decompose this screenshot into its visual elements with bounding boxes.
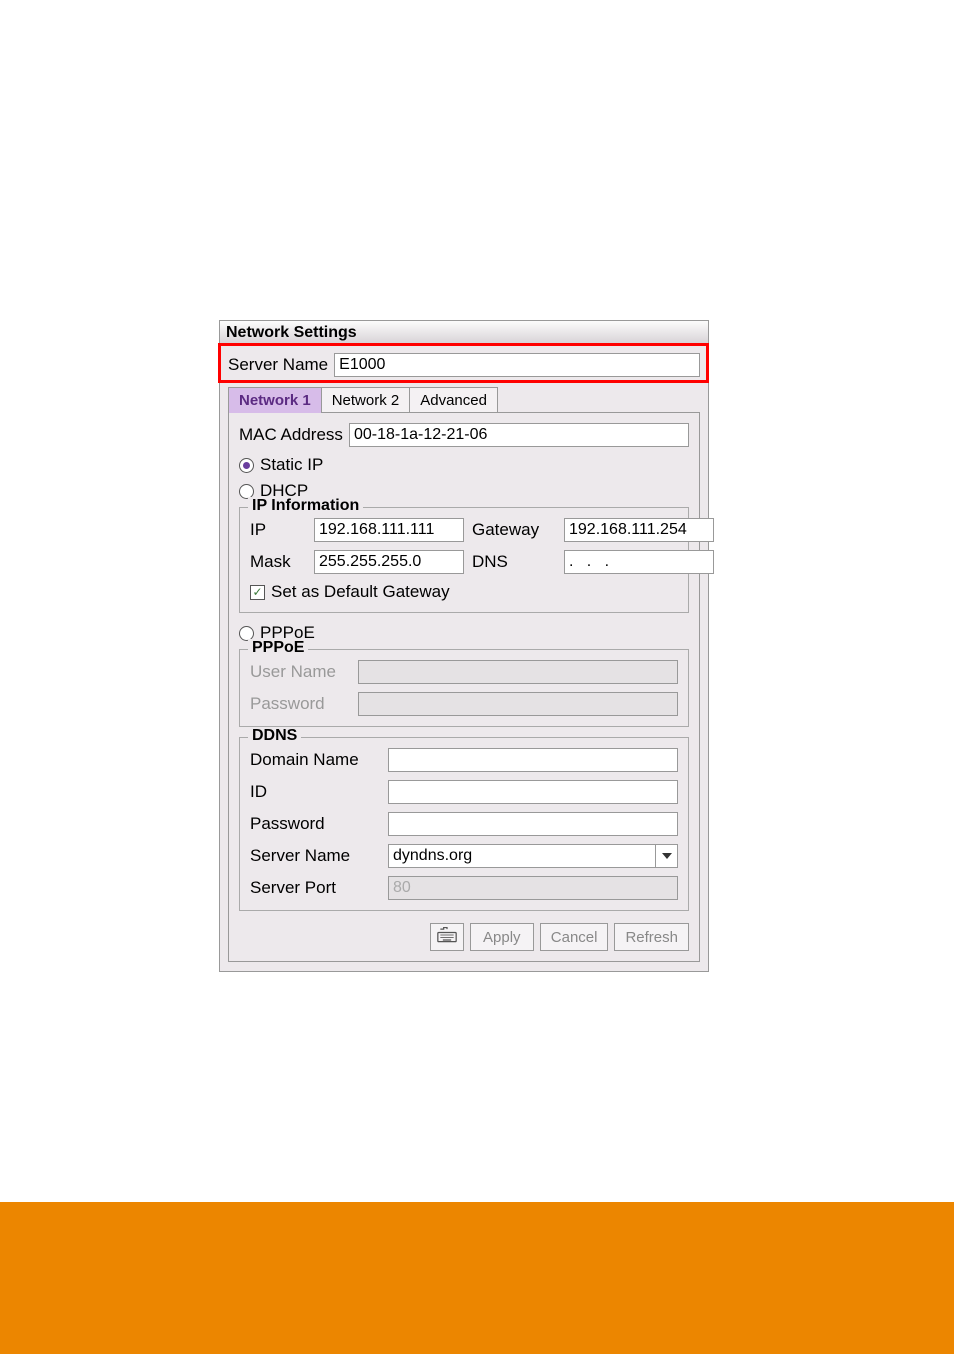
tab-bar: Network 1 Network 2 Advanced — [220, 387, 708, 413]
network-settings-dialog: Network Settings Server Name Network 1 N… — [219, 320, 709, 972]
apply-button[interactable]: Apply — [470, 923, 534, 951]
refresh-button[interactable]: Refresh — [614, 923, 689, 951]
mask-label: Mask — [250, 552, 306, 572]
cancel-button[interactable]: Cancel — [540, 923, 609, 951]
ddns-password-input[interactable] — [388, 812, 678, 836]
ip-input[interactable] — [314, 518, 464, 542]
ddns-domain-label: Domain Name — [250, 750, 380, 770]
dialog-button-row: Apply Cancel Refresh — [239, 923, 689, 951]
radio-icon — [239, 458, 254, 473]
ddns-domain-input[interactable] — [388, 748, 678, 772]
pppoe-password-label: Password — [250, 694, 350, 714]
mac-address-row: MAC Address — [239, 423, 689, 447]
ddns-server-port-input — [388, 876, 678, 900]
ddns-id-input[interactable] — [388, 780, 678, 804]
footer-bar — [0, 1202, 954, 1354]
keyboard-button[interactable] — [430, 923, 464, 951]
ddns-legend: DDNS — [248, 727, 301, 745]
pppoe-password-input — [358, 692, 678, 716]
ip-information-fieldset: IP Information IP Gateway Mask DNS ✓ Set… — [239, 507, 689, 613]
ip-label: IP — [250, 520, 306, 540]
mac-address-label: MAC Address — [239, 425, 343, 445]
chevron-down-icon — [655, 845, 677, 867]
ddns-server-name-value: dyndns.org — [393, 847, 472, 865]
tab-advanced[interactable]: Advanced — [409, 387, 498, 413]
dns-label: DNS — [472, 552, 556, 572]
gateway-input[interactable] — [564, 518, 714, 542]
gateway-label: Gateway — [472, 520, 556, 540]
pppoe-fieldset: PPPoE User Name Password — [239, 649, 689, 727]
set-default-gateway-checkbox[interactable]: ✓ Set as Default Gateway — [250, 582, 678, 602]
server-name-input[interactable] — [334, 353, 700, 377]
server-name-row: Server Name — [220, 345, 708, 387]
ddns-id-label: ID — [250, 782, 380, 802]
ddns-server-name-label: Server Name — [250, 846, 380, 866]
radio-static-label: Static IP — [260, 455, 323, 475]
mac-address-input[interactable] — [349, 423, 689, 447]
server-name-label: Server Name — [228, 355, 328, 375]
ip-information-legend: IP Information — [248, 497, 363, 515]
tab-network2[interactable]: Network 2 — [321, 387, 411, 413]
ddns-password-label: Password — [250, 814, 380, 834]
mask-input[interactable] — [314, 550, 464, 574]
set-default-gateway-label: Set as Default Gateway — [271, 582, 450, 602]
checkbox-icon: ✓ — [250, 585, 265, 600]
radio-static-ip[interactable]: Static IP — [239, 455, 689, 475]
dns-input[interactable] — [564, 550, 714, 574]
ddns-server-port-label: Server Port — [250, 878, 380, 898]
pppoe-username-input — [358, 660, 678, 684]
keyboard-icon — [437, 927, 457, 947]
tab-content-network1: MAC Address Static IP DHCP IP Informatio… — [228, 412, 700, 962]
ddns-server-name-select[interactable]: dyndns.org — [388, 844, 678, 868]
tab-network1[interactable]: Network 1 — [228, 387, 322, 413]
dialog-title: Network Settings — [220, 321, 708, 345]
pppoe-username-label: User Name — [250, 662, 350, 682]
ddns-fieldset: DDNS Domain Name ID Password Server Name… — [239, 737, 689, 911]
pppoe-legend: PPPoE — [248, 639, 308, 657]
